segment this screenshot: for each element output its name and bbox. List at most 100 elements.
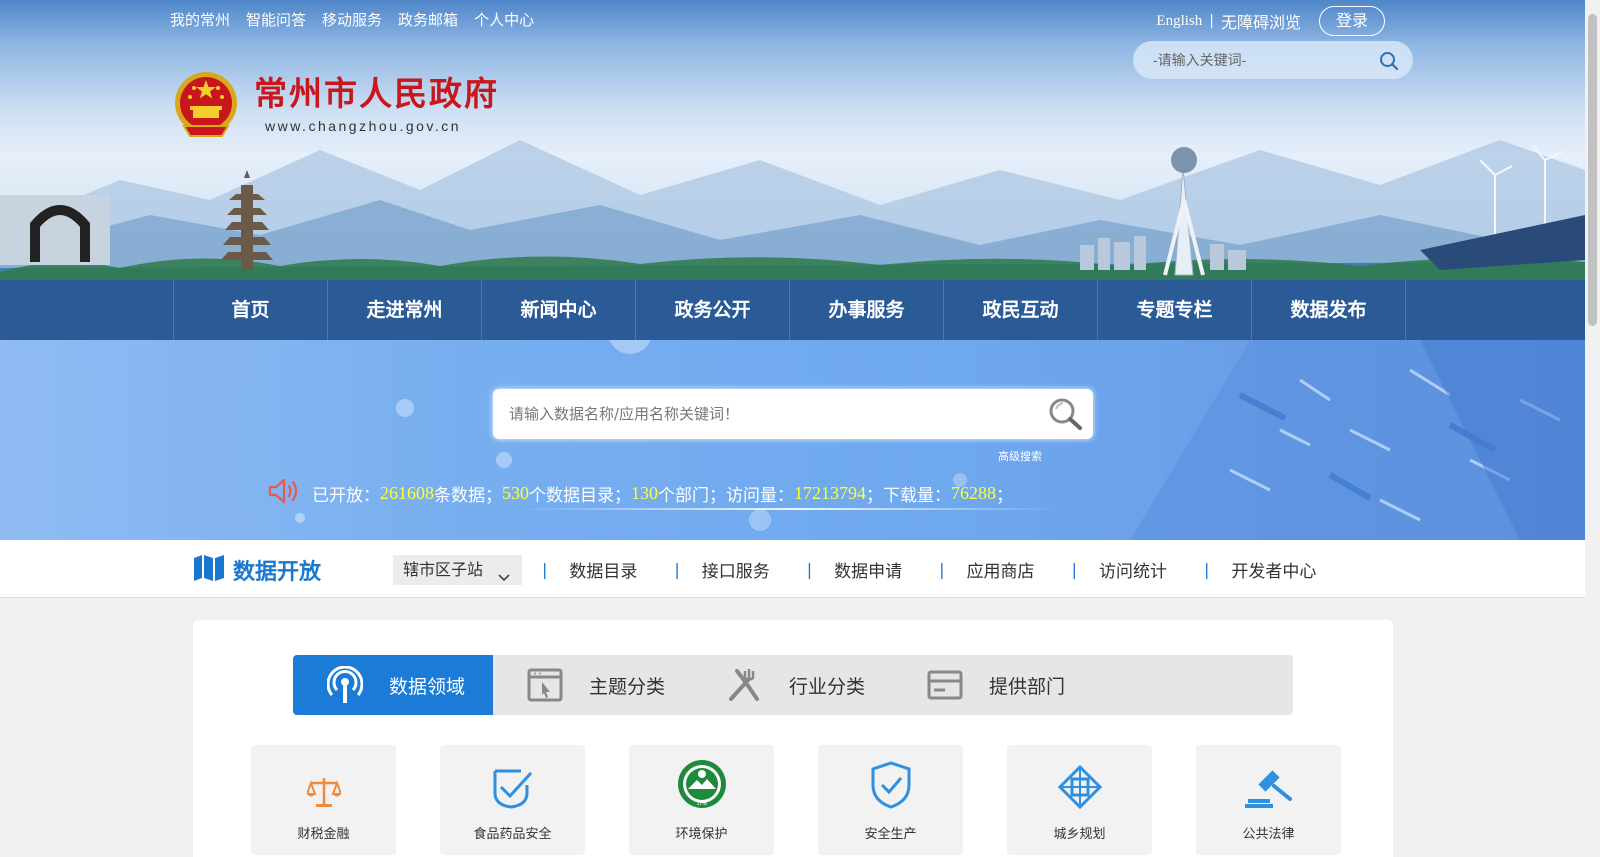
planning-icon <box>1057 764 1102 813</box>
category-tabs: 数据领域 主题分类 行业分类 提供部门 <box>293 655 1293 715</box>
window-cursor-icon <box>525 665 565 705</box>
category-card-safety[interactable]: 安全生产 <box>818 745 963 855</box>
national-emblem-icon <box>172 70 240 140</box>
tab-theme[interactable]: 主题分类 <box>493 655 693 715</box>
sublink-visit-stats[interactable]: 访问统计 <box>1099 557 1167 582</box>
emblem-text: ZHB <box>697 801 708 807</box>
login-button[interactable]: 登录 <box>1319 6 1385 36</box>
sublink-data-request[interactable]: 数据申请 <box>834 557 902 582</box>
tab-label: 提供部门 <box>989 675 1066 698</box>
category-card-finance[interactable]: 财税金融 <box>251 745 396 855</box>
shield-check-icon <box>491 767 535 813</box>
stats-records-unit: 条数据； <box>434 486 502 506</box>
english-link[interactable]: English <box>1156 13 1202 30</box>
category-card-environment[interactable]: ZHB 环境保护 <box>629 745 774 855</box>
gavel-icon <box>1244 769 1294 813</box>
accessibility-link[interactable]: 无障碍浏览 <box>1221 9 1301 33</box>
site-url: www.changzhou.gov.cn <box>265 118 462 134</box>
stats-departments: 130 <box>631 483 658 503</box>
data-search <box>493 389 1093 439</box>
hero-decoration <box>295 340 1585 540</box>
data-hero: 高级搜索 已开放： 261608 条数据； 530 个数据目录； 130 个部门… <box>0 340 1585 540</box>
sublink-separator: | <box>542 559 548 579</box>
top-link-personal-center[interactable]: 个人中心 <box>474 9 534 30</box>
speaker-icon <box>268 478 300 509</box>
stats-visits-label: 访问量： <box>726 486 794 506</box>
nav-item-gov-affairs[interactable]: 政务公开 <box>636 280 790 340</box>
map-icon <box>193 554 225 586</box>
stats-downloads-label: 下载量： <box>883 486 951 506</box>
nav-item-data-release[interactable]: 数据发布 <box>1252 280 1406 340</box>
category-card-public-law[interactable]: 公共法律 <box>1196 745 1341 855</box>
site-name: 常州市人民政府 <box>254 74 499 113</box>
nav-item-services[interactable]: 办事服务 <box>790 280 944 340</box>
district-select[interactable]: 辖市区子站 <box>393 555 522 585</box>
top-link-gov-mailbox[interactable]: 政务邮箱 <box>398 9 458 30</box>
card-icon <box>925 665 965 705</box>
stats-visits-sep: ； <box>866 486 883 506</box>
signal-tower-icon <box>325 665 365 705</box>
stats-downloads: 76288 <box>951 483 996 503</box>
fork-knife-icon <box>725 665 765 705</box>
nav-item-home[interactable]: 首页 <box>174 280 328 340</box>
top-link-mobile-service[interactable]: 移动服务 <box>322 9 382 30</box>
sublink-separator: | <box>806 559 813 579</box>
nav-item-about[interactable]: 走进常州 <box>328 280 482 340</box>
top-separator: | <box>1209 13 1214 29</box>
top-link-my-changzhou[interactable]: 我的常州 <box>170 9 230 30</box>
nav-item-interaction[interactable]: 政民互动 <box>944 280 1098 340</box>
sublink-separator: | <box>1071 559 1077 579</box>
category-card-label: 财税金融 <box>297 827 350 842</box>
data-stats: 已开放： 261608 条数据； 530 个数据目录； 130 个部门； 访问量… <box>268 478 1013 509</box>
scrollbar-thumb[interactable] <box>1588 14 1597 326</box>
header-search-input[interactable] <box>1153 41 1373 79</box>
environment-emblem-icon: ZHB <box>677 759 727 813</box>
category-panel: 数据领域 主题分类 行业分类 提供部门 财税金融 食品药品安全 ZHB 环境保护… <box>193 620 1393 857</box>
sublink-app-store[interactable]: 应用商店 <box>967 557 1035 582</box>
tab-data-domain[interactable]: 数据领域 <box>293 655 493 715</box>
stats-opened-label: 已开放： <box>312 486 380 506</box>
data-search-input[interactable] <box>509 389 1029 439</box>
main-nav: 首页 走进常州 新闻中心 政务公开 办事服务 政民互动 专题专栏 数据发布 <box>0 280 1585 340</box>
sublink-data-catalog[interactable]: 数据目录 <box>569 557 637 582</box>
category-card-label: 城乡规划 <box>1053 827 1106 842</box>
scales-icon <box>305 775 342 813</box>
tab-industry[interactable]: 行业分类 <box>693 655 893 715</box>
nav-item-news[interactable]: 新闻中心 <box>482 280 636 340</box>
chevron-down-icon <box>498 563 510 593</box>
magnifier-icon[interactable] <box>1047 396 1085 436</box>
stats-catalogs: 530 <box>502 483 529 503</box>
search-icon[interactable] <box>1379 51 1399 75</box>
category-card-food-drug[interactable]: 食品药品安全 <box>440 745 585 855</box>
site-logo[interactable]: 常州市人民政府 www.changzhou.gov.cn <box>172 70 499 140</box>
tab-label: 行业分类 <box>789 675 866 698</box>
stats-catalogs-unit: 个数据目录； <box>529 486 631 506</box>
sublink-separator: | <box>1203 559 1210 579</box>
district-select-label: 辖市区子站 <box>403 560 484 579</box>
stats-departments-unit: 个部门； <box>658 486 726 506</box>
page-scrollbar[interactable] <box>1585 0 1600 857</box>
top-link-smart-qa[interactable]: 智能问答 <box>246 9 306 30</box>
category-card-label: 食品药品安全 <box>473 827 552 842</box>
category-card-label: 环境保护 <box>675 827 728 842</box>
top-right-links: English | 无障碍浏览 登录 <box>1156 6 1385 36</box>
data-sublinks: | 数据目录 | 接口服务 | 数据申请 | 应用商店 | 访问统计 | 开发者… <box>535 540 1346 598</box>
category-card-label: 公共法律 <box>1242 827 1295 842</box>
sublink-separator: | <box>674 559 680 579</box>
stats-visits: 17213794 <box>794 483 866 503</box>
advanced-search-link[interactable]: 高级搜索 <box>998 448 1042 464</box>
nav-item-topics[interactable]: 专题专栏 <box>1098 280 1252 340</box>
sublink-developer-center[interactable]: 开发者中心 <box>1231 557 1316 582</box>
glow-line <box>520 508 1060 510</box>
category-card-urban-planning[interactable]: 城乡规划 <box>1007 745 1152 855</box>
category-cards: 财税金融 食品药品安全 ZHB 环境保护 安全生产 城乡规划 公共法律 <box>251 745 1385 855</box>
sublink-api-service[interactable]: 接口服务 <box>702 557 770 582</box>
stats-downloads-sep: ； <box>996 486 1013 506</box>
category-card-label: 安全生产 <box>864 827 917 842</box>
safety-shield-icon <box>869 761 913 813</box>
stats-records: 261608 <box>380 483 434 503</box>
top-links: 我的常州 智能问答 移动服务 政务邮箱 个人中心 <box>170 9 550 30</box>
header-search <box>1133 41 1413 79</box>
tab-department[interactable]: 提供部门 <box>893 655 1093 715</box>
data-open-brand[interactable]: 数据开放 <box>193 554 321 586</box>
